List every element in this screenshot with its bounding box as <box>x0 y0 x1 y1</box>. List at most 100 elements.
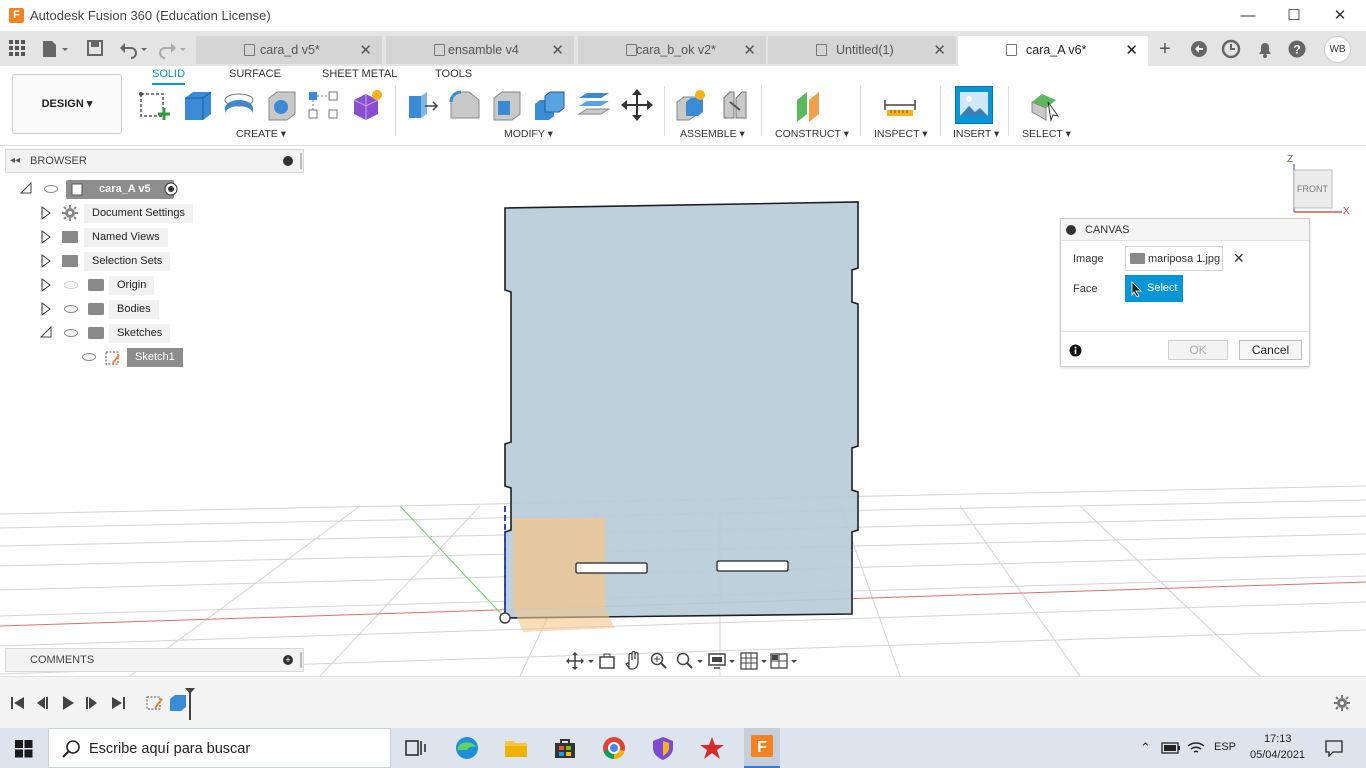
viewports-icon[interactable] <box>770 652 800 670</box>
go-to-start-icon[interactable] <box>10 695 26 711</box>
battery-icon[interactable] <box>1161 741 1181 755</box>
maximize-button[interactable]: ☐ <box>1282 6 1306 26</box>
undo-icon[interactable] <box>118 39 150 59</box>
tab-cara-b[interactable]: cara_b_ok v2* ✕ <box>578 36 766 64</box>
collapse-arrow-icon[interactable] <box>20 182 32 194</box>
tab-cara-a[interactable]: cara_A v6* ✕ <box>958 36 1148 66</box>
shell-icon[interactable] <box>490 88 524 122</box>
minimize-button[interactable]: — <box>1236 6 1260 26</box>
notifications-bell-icon[interactable] <box>1254 38 1276 60</box>
pan-hand-icon[interactable] <box>624 651 642 671</box>
display-settings-icon[interactable] <box>708 652 738 670</box>
browser-panel-header[interactable]: ◂◂ BROWSER <box>5 149 304 173</box>
expand-arrow-icon[interactable] <box>40 278 52 292</box>
pattern-icon[interactable] <box>307 88 341 122</box>
browser-item-sketches[interactable]: Sketches <box>38 323 298 343</box>
close-tab-icon[interactable]: ✕ <box>359 41 372 59</box>
ribbon-tab-sheet-metal[interactable]: SHEET METAL <box>322 68 397 80</box>
panel-resize-handle[interactable] <box>300 153 302 169</box>
workspace-switcher[interactable]: DESIGN ▾ <box>12 74 122 134</box>
tab-cara-d[interactable]: cara_d v5* ✕ <box>196 36 382 64</box>
new-tab-icon[interactable]: + <box>1154 38 1176 60</box>
hidden-eye-icon[interactable] <box>64 281 78 289</box>
step-forward-icon[interactable] <box>84 695 100 711</box>
expand-arrow-icon[interactable] <box>40 206 52 220</box>
image-selector[interactable]: mariposa 1.jpg <box>1125 246 1223 271</box>
visibility-eye-icon[interactable] <box>64 305 78 313</box>
modify-menu[interactable]: MODIFY ▾ <box>504 128 553 140</box>
browser-root[interactable]: cara_A v5 <box>16 179 296 199</box>
look-at-icon[interactable] <box>598 652 616 670</box>
fillet-icon[interactable] <box>448 88 482 122</box>
timeline-settings-gear-icon[interactable] <box>1333 694 1351 712</box>
add-comment-icon[interactable]: + <box>283 655 293 665</box>
save-icon[interactable] <box>86 39 104 59</box>
show-hidden-icons-icon[interactable]: ⌃ <box>1140 740 1151 756</box>
assemble-menu[interactable]: ASSEMBLE ▾ <box>680 128 745 140</box>
close-tab-icon[interactable]: ✕ <box>551 41 564 59</box>
play-icon[interactable] <box>60 695 76 711</box>
orbit-icon[interactable] <box>566 652 594 670</box>
edge-browser-icon[interactable] <box>453 734 481 762</box>
create-menu[interactable]: CREATE ▾ <box>236 128 286 140</box>
create-form-icon[interactable] <box>350 88 384 122</box>
job-status-icon[interactable] <box>1220 38 1242 60</box>
redo-icon[interactable] <box>158 39 190 59</box>
ribbon-tab-solid[interactable]: SOLID <box>152 68 186 85</box>
visibility-eye-icon[interactable] <box>64 329 78 337</box>
help-icon[interactable]: ? <box>1286 38 1308 60</box>
go-to-end-icon[interactable] <box>110 695 126 711</box>
red-app-icon[interactable] <box>698 734 726 762</box>
close-tab-icon[interactable]: ✕ <box>743 41 756 59</box>
ribbon-tab-tools[interactable]: TOOLS <box>435 68 472 80</box>
expand-arrow-icon[interactable] <box>40 254 52 268</box>
app-grid-icon[interactable] <box>8 39 28 59</box>
close-tab-icon[interactable]: ✕ <box>933 41 946 59</box>
expand-arrow-icon[interactable] <box>40 302 52 316</box>
info-icon[interactable] <box>1069 344 1082 357</box>
ribbon-tab-surface[interactable]: SURFACE <box>229 68 281 80</box>
clock-time[interactable]: 17:13 <box>1264 733 1292 745</box>
browser-item-origin[interactable]: Origin <box>38 275 298 295</box>
create-sketch-icon[interactable] <box>138 88 172 122</box>
panel-resize-handle[interactable] <box>300 652 302 668</box>
zoom-icon[interactable] <box>650 652 668 670</box>
wifi-icon[interactable] <box>1187 740 1205 756</box>
revolve-icon[interactable] <box>222 88 256 122</box>
select-icon[interactable] <box>1028 88 1062 122</box>
browser-item-bodies[interactable]: Bodies <box>38 299 298 319</box>
move-copy-icon[interactable] <box>620 88 654 122</box>
canvas-dialog-header[interactable]: CANVAS <box>1061 219 1309 241</box>
measure-icon[interactable] <box>883 88 917 122</box>
close-window-button[interactable]: ✕ <box>1328 6 1352 26</box>
clear-image-icon[interactable]: ✕ <box>1233 250 1245 267</box>
press-pull-icon[interactable] <box>405 88 439 122</box>
joint-icon[interactable] <box>718 88 752 122</box>
browser-item-sketch1[interactable]: Sketch1 <box>78 347 298 367</box>
visibility-eye-icon[interactable] <box>44 185 58 193</box>
browser-item-document-settings[interactable]: Document Settings <box>38 203 298 223</box>
construct-menu[interactable]: CONSTRUCT ▾ <box>775 128 849 140</box>
vpn-shield-icon[interactable] <box>649 734 677 762</box>
insert-menu[interactable]: INSERT ▾ <box>953 128 999 140</box>
visibility-eye-icon[interactable] <box>82 353 96 361</box>
chrome-browser-icon[interactable] <box>600 734 628 762</box>
expand-arrow-icon[interactable] <box>40 230 52 244</box>
timeline-marker-handle[interactable] <box>184 687 196 721</box>
user-avatar[interactable]: WB <box>1324 36 1351 63</box>
inspect-menu[interactable]: INSPECT ▾ <box>874 128 928 140</box>
insert-canvas-icon[interactable] <box>955 86 993 124</box>
new-component-icon[interactable] <box>674 88 708 122</box>
tab-untitled[interactable]: Untitled(1) ✕ <box>768 36 956 64</box>
fit-zoom-icon[interactable] <box>676 652 704 670</box>
browser-item-named-views[interactable]: Named Views <box>38 227 298 247</box>
extensions-icon[interactable] <box>1188 38 1210 60</box>
browser-item-selection-sets[interactable]: Selection Sets <box>38 251 298 271</box>
fusion-360-taskbar-icon[interactable]: F <box>744 728 780 768</box>
viewcube-front-face[interactable]: FRONT <box>1297 184 1328 194</box>
cancel-button[interactable]: Cancel <box>1239 340 1302 360</box>
hole-icon[interactable] <box>265 88 299 122</box>
timeline-sketch-feature-icon[interactable] <box>145 693 165 713</box>
taskbar-search-box[interactable]: Escribe aquí para buscar <box>48 728 391 768</box>
language-indicator[interactable]: ESP <box>1214 741 1236 753</box>
